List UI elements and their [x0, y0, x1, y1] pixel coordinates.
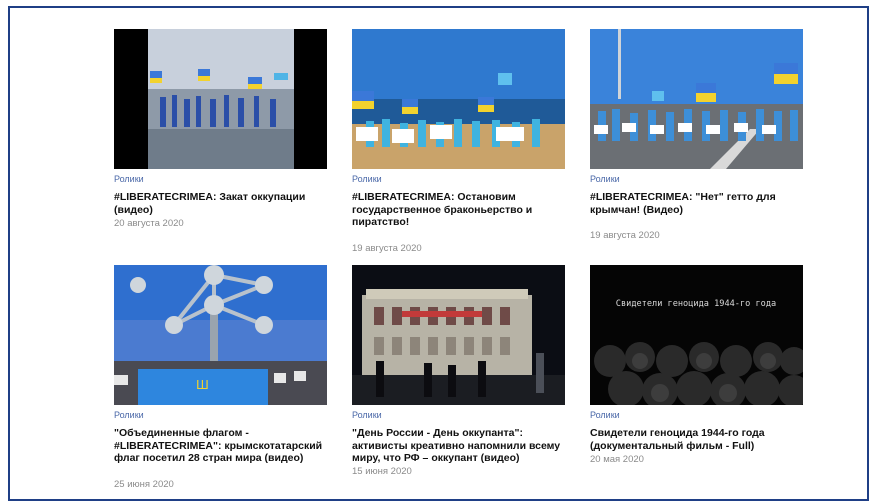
- article-title[interactable]: Свидетели геноцида 1944-го года (докумен…: [590, 427, 803, 452]
- category-link[interactable]: Ролики: [590, 410, 620, 420]
- category-link[interactable]: Ролики: [352, 174, 382, 184]
- video-thumbnail[interactable]: [590, 29, 803, 169]
- article-title[interactable]: #LIBERATECRIMEA: Закат оккупации (видео): [114, 191, 327, 216]
- article-date: 19 августа 2020: [352, 243, 422, 254]
- video-thumbnail[interactable]: [352, 265, 565, 405]
- article-title[interactable]: #LIBERATECRIMEA: Остановим государственн…: [352, 191, 565, 229]
- article-date: 20 мая 2020: [590, 454, 644, 465]
- thumbnail-caption: Свидетели геноцида 1944-го года: [616, 299, 776, 309]
- article-date: 15 июня 2020: [352, 466, 412, 477]
- video-thumbnail[interactable]: Ш: [114, 265, 327, 405]
- video-thumbnail[interactable]: [114, 29, 327, 169]
- category-link[interactable]: Ролики: [114, 410, 144, 420]
- article-title[interactable]: "День России - День оккупанта": активист…: [352, 427, 565, 465]
- category-link[interactable]: Ролики: [590, 174, 620, 184]
- category-link[interactable]: Ролики: [114, 174, 144, 184]
- content-frame: Ролики #LIBERATECRIMEA: Закат оккупации …: [8, 6, 869, 501]
- article-date: 20 августа 2020: [114, 218, 184, 229]
- article-title[interactable]: "Объединенные флагом - #LIBERATECRIMEA":…: [114, 427, 327, 465]
- article-title[interactable]: #LIBERATECRIMEA: "Нет" гетто для крымчан…: [590, 191, 803, 216]
- video-thumbnail[interactable]: [352, 29, 565, 169]
- category-link[interactable]: Ролики: [352, 410, 382, 420]
- video-thumbnail[interactable]: Свидетели геноцида 1944-го года: [590, 265, 803, 405]
- article-date: 19 августа 2020: [590, 230, 660, 241]
- article-date: 25 июня 2020: [114, 479, 174, 490]
- svg-text:Ш: Ш: [196, 378, 209, 392]
